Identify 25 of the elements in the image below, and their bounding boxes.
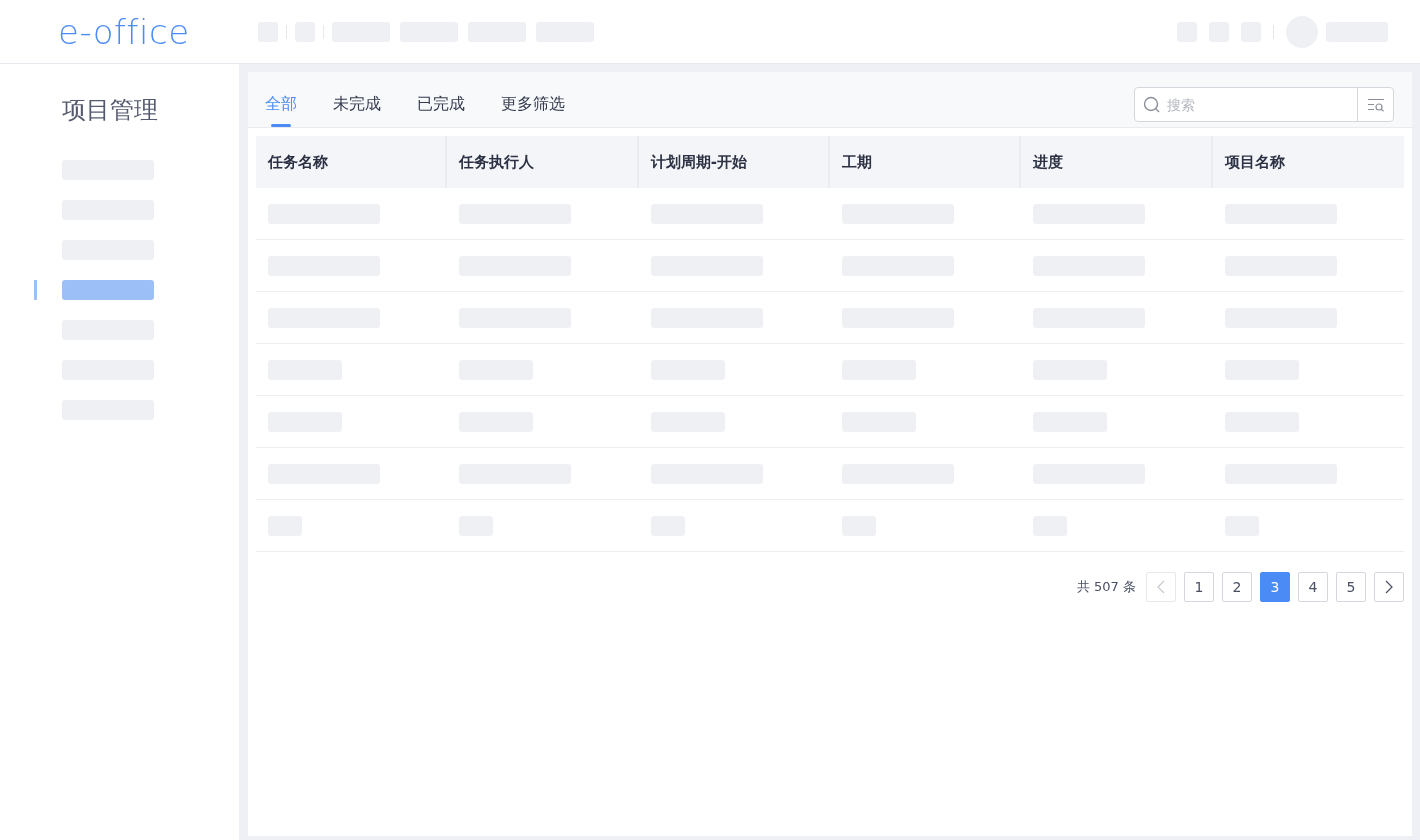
sidebar-title: 项目管理: [62, 95, 159, 126]
total-count: 共 507 条: [1076, 578, 1136, 596]
logo: e-office: [58, 14, 191, 49]
sidebar-item[interactable]: [62, 280, 154, 300]
chevron-left-icon: [1157, 580, 1165, 594]
column-header: 项目名称: [1223, 151, 1286, 173]
column-header: 计划周期-开始: [638, 136, 830, 188]
active-indicator: [34, 280, 37, 300]
page-button[interactable]: 2: [1222, 572, 1252, 602]
page-button[interactable]: 4: [1298, 572, 1328, 602]
search-icon: [1143, 95, 1161, 114]
page-button[interactable]: 5: [1336, 572, 1366, 602]
column-header: 任务名称: [256, 136, 448, 188]
next-page-button[interactable]: [1374, 572, 1404, 602]
tab[interactable]: 未完成: [333, 73, 381, 127]
column-header: 任务执行人: [447, 136, 639, 188]
column-header: 工期: [830, 136, 1022, 188]
chevron-right-icon: [1385, 580, 1393, 594]
filter-search-icon: [1366, 97, 1385, 112]
search-input[interactable]: 搜索: [1161, 96, 1357, 113]
column-header: 进度: [1021, 136, 1213, 188]
page-button[interactable]: 1: [1184, 572, 1214, 602]
tab[interactable]: 已完成: [417, 73, 465, 127]
tab[interactable]: 更多筛选: [501, 73, 565, 127]
search-field[interactable]: 搜索: [1134, 87, 1394, 122]
